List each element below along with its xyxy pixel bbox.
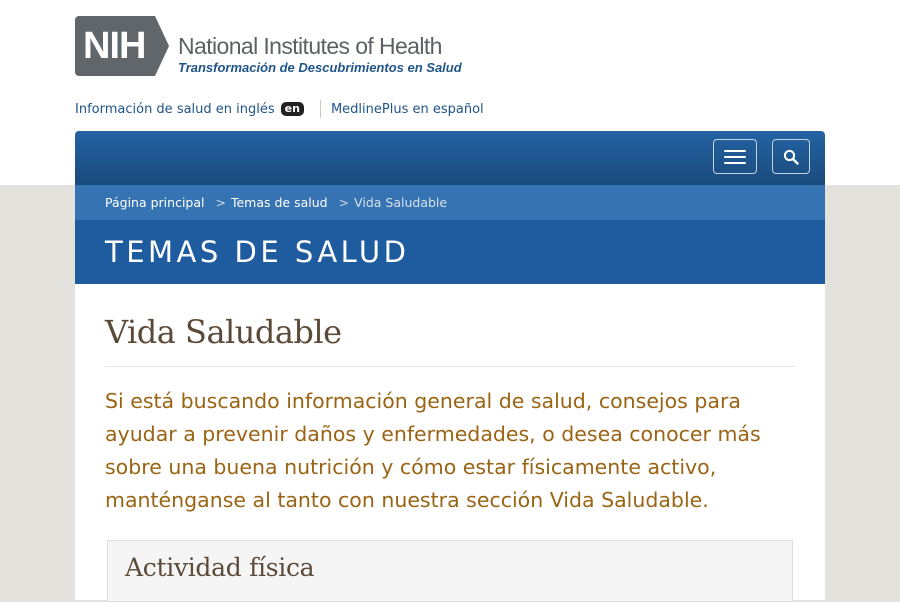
hamburger-menu-icon bbox=[724, 150, 746, 152]
english-badge: en bbox=[280, 102, 304, 116]
breadcrumb-current: Vida Saludable bbox=[354, 195, 448, 210]
language-links: Información de salud en inglés en Medlin… bbox=[75, 100, 484, 118]
page-title: Vida Saludable bbox=[105, 313, 342, 351]
section-header: TEMAS DE SALUD bbox=[75, 220, 825, 284]
nih-logo-arrow-icon bbox=[155, 16, 170, 76]
breadcrumb: Página principal > Temas de salud > Vida… bbox=[75, 185, 825, 220]
link-divider bbox=[319, 100, 321, 118]
title-divider bbox=[105, 366, 795, 367]
nih-logo[interactable]: NIH National Institutes of Health Transf… bbox=[75, 16, 462, 76]
english-health-info-link[interactable]: Información de salud en inglés bbox=[75, 102, 275, 117]
main-content: Vida Saludable Si está buscando informac… bbox=[75, 284, 825, 602]
logo-tagline: Transformación de Descubrimientos en Sal… bbox=[178, 60, 462, 75]
accordion-panel-physical-activity[interactable]: Actividad física bbox=[107, 540, 793, 602]
menu-toggle-button[interactable] bbox=[713, 139, 757, 174]
panel-title[interactable]: Actividad física bbox=[125, 551, 315, 585]
search-icon bbox=[783, 149, 799, 165]
logo-title: National Institutes of Health bbox=[178, 33, 442, 59]
breadcrumb-separator: > bbox=[215, 195, 226, 210]
intro-paragraph: Si está buscando información general de … bbox=[105, 389, 761, 512]
breadcrumb-home-link[interactable]: Página principal bbox=[105, 195, 204, 210]
section-title: TEMAS DE SALUD bbox=[105, 235, 410, 269]
hamburger-menu-icon bbox=[724, 162, 746, 164]
main-navbar bbox=[75, 131, 825, 185]
hamburger-menu-icon bbox=[724, 156, 746, 158]
medlineplus-link[interactable]: MedlinePlus en español bbox=[331, 102, 484, 117]
breadcrumb-separator: > bbox=[338, 195, 350, 210]
search-button[interactable] bbox=[772, 139, 810, 174]
nih-logo-mark: NIH bbox=[75, 16, 170, 76]
breadcrumb-health-topics-link[interactable]: Temas de salud bbox=[231, 195, 328, 210]
